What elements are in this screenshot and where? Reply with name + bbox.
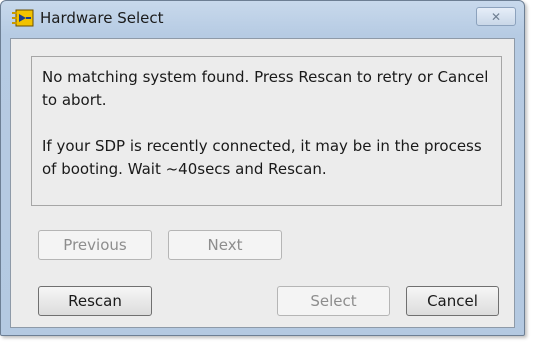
previous-button[interactable]: Previous <box>38 230 152 260</box>
select-button[interactable]: Select <box>277 286 390 316</box>
next-button[interactable]: Next <box>168 230 282 260</box>
window-title: Hardware Select <box>40 9 164 27</box>
message-box: No matching system found. Press Rescan t… <box>31 56 502 206</box>
labview-app-icon <box>12 9 34 27</box>
close-icon: ✕ <box>490 9 502 24</box>
message-line-1: No matching system found. Press Rescan t… <box>42 68 489 109</box>
message-line-2: If your SDP is recently connected, it ma… <box>42 137 482 178</box>
dialog-body: No matching system found. Press Rescan t… <box>10 38 515 328</box>
title-bar[interactable]: Hardware Select ✕ <box>1 1 524 37</box>
close-button[interactable]: ✕ <box>476 7 516 26</box>
cancel-button[interactable]: Cancel <box>406 286 499 316</box>
rescan-button[interactable]: Rescan <box>38 286 152 316</box>
hardware-select-dialog: Hardware Select ✕ No matching system fou… <box>0 0 525 336</box>
